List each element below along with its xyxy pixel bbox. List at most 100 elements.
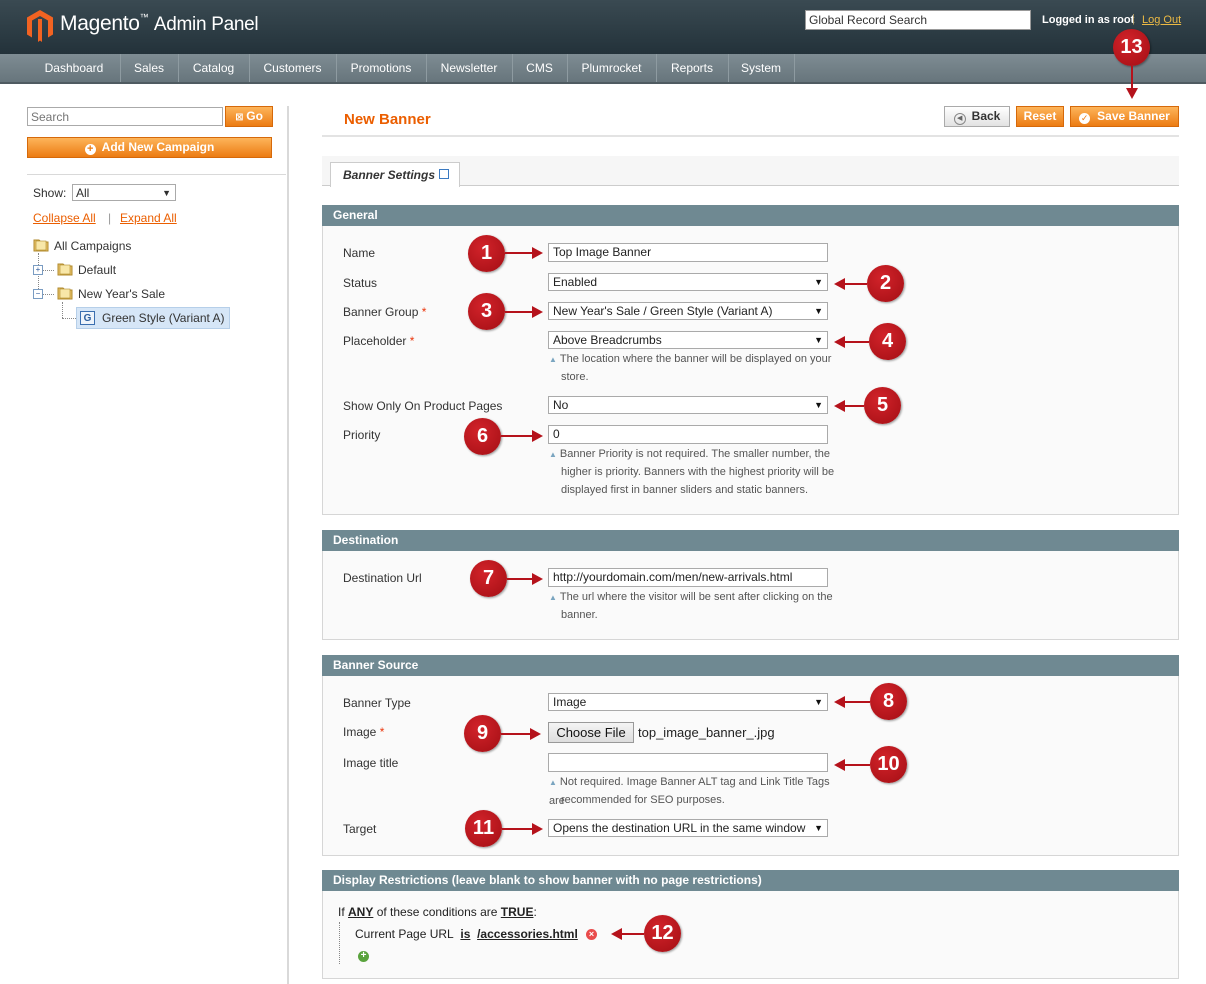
reset-button[interactable]: Reset: [1016, 106, 1064, 127]
aggregator-any-link[interactable]: ANY: [348, 905, 373, 919]
nav-customers[interactable]: Customers: [249, 54, 337, 82]
nav-dashboard[interactable]: Dashboard: [28, 54, 121, 82]
chosen-file-name: top_image_banner_.jpg: [638, 725, 775, 740]
placeholder-value: Above Breadcrumbs: [553, 333, 662, 347]
variant-icon: G: [80, 311, 95, 325]
annotation-marker-8: 8: [870, 683, 907, 720]
global-search-input[interactable]: [805, 10, 1031, 30]
image-title-field[interactable]: [548, 753, 828, 772]
name-field[interactable]: Top Image Banner: [548, 243, 828, 262]
image-label: Image *: [343, 725, 384, 739]
collapse-icon[interactable]: −: [33, 289, 43, 299]
status-select[interactable]: Enabled ▼: [548, 273, 828, 291]
chevron-down-icon: ▼: [814, 400, 823, 410]
magento-logo-icon: [27, 10, 53, 42]
chevron-down-icon: ▼: [812, 820, 823, 836]
logout-link[interactable]: Log Out: [1142, 14, 1181, 26]
target-select[interactable]: Opens the destination URL in the same wi…: [548, 819, 828, 837]
nav-cms[interactable]: CMS: [512, 54, 568, 82]
image-title-label: Image title: [343, 756, 399, 770]
annotation-arrow: [505, 252, 533, 254]
target-label: Target: [343, 822, 377, 836]
section-general-header: General: [322, 205, 1179, 226]
priority-note-line: Banner Priority is not required. The sma…: [559, 448, 830, 460]
nav-sales[interactable]: Sales: [120, 54, 179, 82]
annotation-arrow: [501, 733, 531, 735]
destination-url-field[interactable]: http://yourdomain.com/men/new-arrivals.h…: [548, 568, 828, 587]
annotation-marker-10: 10: [870, 746, 907, 783]
nav-plumrocket[interactable]: Plumrocket: [567, 54, 657, 82]
condition-text: of these conditions are: [376, 905, 498, 919]
tree-item-default[interactable]: Default: [78, 263, 116, 277]
campaign-search-input[interactable]: [27, 107, 223, 126]
back-button[interactable]: ◀ Back: [944, 106, 1010, 127]
required-marker: *: [379, 725, 385, 739]
condition-attribute: Current Page URL: [355, 927, 454, 941]
go-button[interactable]: ⊠ Go: [225, 106, 273, 127]
arrow-head-icon: [532, 823, 543, 835]
banner-type-label: Banner Type: [343, 696, 411, 710]
status-value: Enabled: [553, 275, 598, 289]
placeholder-select[interactable]: Above Breadcrumbs ▼: [548, 331, 828, 349]
arrow-head-icon: [1126, 88, 1138, 99]
nav-catalog[interactable]: Catalog: [178, 54, 250, 82]
annotation-marker-7: 7: [470, 560, 507, 597]
tab-banner-settings[interactable]: Banner Settings: [330, 162, 460, 187]
tree-item-new-years-sale[interactable]: New Year's Sale: [78, 287, 165, 301]
folder-icon: [57, 263, 73, 276]
nav-newsletter[interactable]: Newsletter: [426, 54, 513, 82]
annotation-marker-2: 2: [867, 265, 904, 302]
arrow-head-icon: [532, 573, 543, 585]
expand-all-link[interactable]: Expand All: [120, 211, 177, 225]
tree-item-green-style-label: Green Style (Variant A): [102, 311, 225, 325]
condition-colon: :: [533, 905, 537, 919]
annotation-arrow: [845, 405, 864, 407]
condition-value-link[interactable]: /accessories.html: [477, 927, 578, 941]
condition-operator-link[interactable]: is: [460, 927, 470, 941]
collapse-all-link[interactable]: Collapse All: [33, 211, 96, 225]
value-true-link[interactable]: TRUE: [501, 905, 534, 919]
banner-group-select[interactable]: New Year's Sale / Green Style (Variant A…: [548, 302, 828, 320]
annotation-arrow: [622, 933, 644, 935]
nav-promotions[interactable]: Promotions: [336, 54, 427, 82]
add-new-campaign-button[interactable]: + Add New Campaign: [27, 137, 272, 158]
nav-system[interactable]: System: [728, 54, 795, 82]
tree-item-all-campaigns[interactable]: All Campaigns: [54, 239, 131, 253]
annotation-arrow: [505, 311, 533, 313]
section-banner-source-header: Banner Source: [322, 655, 1179, 676]
logo-text: Magento™ Admin Panel: [60, 12, 259, 35]
add-condition-icon[interactable]: +: [358, 951, 369, 962]
tab-banner-settings-label: Banner Settings: [343, 168, 436, 182]
annotation-marker-6: 6: [464, 418, 501, 455]
nav-reports[interactable]: Reports: [656, 54, 729, 82]
priority-note-line: displayed first in banner sliders and st…: [561, 484, 809, 496]
chevron-down-icon: ▼: [814, 335, 823, 345]
remove-condition-icon[interactable]: ×: [586, 929, 597, 940]
tree-line: [62, 318, 76, 319]
condition-row: Current Page URL is /accessories.html: [355, 927, 578, 941]
logged-in-text: Logged in as root: [1042, 14, 1135, 26]
tree-line: [42, 294, 54, 295]
sidebar-separator: [27, 174, 286, 175]
product-pages-select[interactable]: No ▼: [548, 396, 828, 414]
section-restrictions-header: Display Restrictions (leave blank to sho…: [322, 870, 1179, 891]
plus-circle-icon: +: [84, 144, 96, 155]
priority-field[interactable]: 0: [548, 425, 828, 444]
condition-if-text: If: [338, 905, 345, 919]
expand-icon[interactable]: +: [33, 265, 43, 275]
placeholder-label-text: Placeholder: [343, 334, 407, 348]
save-banner-button[interactable]: ✓ Save Banner: [1070, 106, 1179, 127]
placeholder-label: Placeholder *: [343, 334, 414, 348]
priority-note-line: higher is priority. Banners with the hig…: [561, 466, 835, 478]
note-triangle-icon: ▲: [549, 593, 557, 602]
priority-note: ▲ Banner Priority is not required. The sm…: [549, 445, 839, 464]
choose-file-button[interactable]: Choose File: [548, 722, 634, 743]
show-filter-select[interactable]: All ▼: [72, 184, 176, 201]
chevron-down-icon: ▼: [814, 277, 823, 287]
banner-type-select[interactable]: Image ▼: [548, 693, 828, 711]
placeholder-note-line: The location where the banner will be di…: [559, 353, 832, 365]
annotation-arrow: [845, 283, 867, 285]
name-label: Name: [343, 246, 376, 260]
arrow-head-icon: [611, 928, 622, 940]
annotation-marker-11: 11: [465, 810, 502, 847]
